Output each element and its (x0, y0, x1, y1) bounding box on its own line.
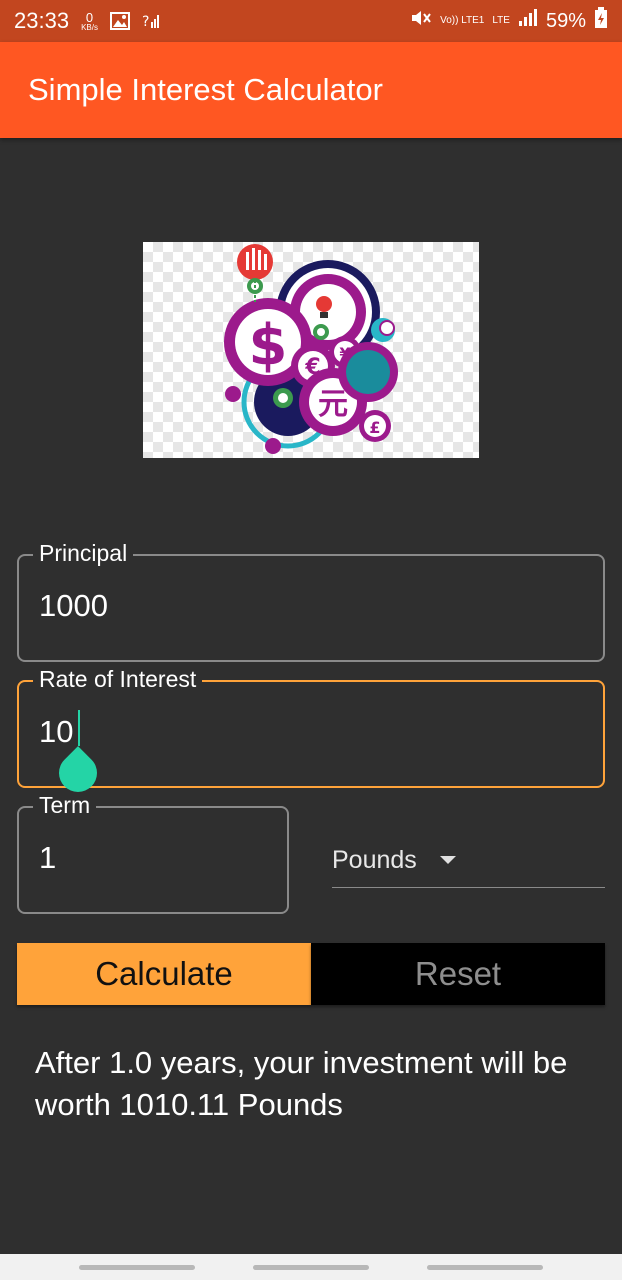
calculate-button[interactable]: Calculate (17, 943, 311, 1005)
svg-text:?: ? (142, 14, 149, 30)
rate-input[interactable]: 10 (39, 714, 73, 750)
term-input[interactable]: 1 (39, 840, 56, 876)
finance-logo-image: $ € ¥ 元 £ (143, 242, 479, 458)
term-field[interactable]: Term 1 (17, 792, 289, 914)
network-speed-unit: KB/s (81, 22, 98, 32)
svg-text:£: £ (369, 418, 380, 437)
battery-percent: 59% (545, 9, 586, 32)
currency-dropdown[interactable]: Pounds (332, 838, 605, 888)
currency-selected: Pounds (332, 846, 417, 874)
nav-back-pill[interactable] (427, 1265, 543, 1270)
reset-button[interactable]: Reset (311, 943, 605, 1005)
text-cursor (78, 710, 80, 746)
app-title: Simple Interest Calculator (28, 72, 383, 107)
network-speed-value: 0 (85, 9, 94, 25)
no-signal-icon: ? (142, 12, 162, 30)
battery-icon (594, 7, 608, 35)
navigation-bar (0, 1254, 622, 1280)
result-text: After 1.0 years, your investment will be… (35, 1045, 568, 1122)
nav-home-pill[interactable] (253, 1265, 369, 1270)
status-bar: 23:33 0 KB/s ? Vo)) LTE1 LTE 59% (0, 0, 622, 42)
mute-icon (410, 8, 432, 34)
nav-recents-pill[interactable] (79, 1265, 195, 1270)
network-speed: 0 KB/s (81, 11, 98, 32)
status-time: 23:33 (14, 8, 70, 33)
svg-text:元: 元 (318, 387, 348, 422)
signal-icon (518, 9, 538, 33)
principal-input[interactable]: 1000 (39, 588, 108, 624)
volte-label: Vo)) LTE1 (440, 15, 485, 26)
dropdown-arrow-icon (440, 856, 456, 864)
app-bar: Simple Interest Calculator (0, 42, 622, 138)
rate-field[interactable]: Rate of Interest 10 (17, 666, 605, 800)
rate-label: Rate of Interest (33, 666, 203, 693)
principal-label: Principal (33, 540, 134, 567)
status-right: Vo)) LTE1 LTE 59% (410, 7, 608, 35)
image-icon (109, 12, 130, 30)
term-label: Term (33, 792, 97, 819)
svg-text:$: $ (249, 313, 288, 378)
principal-field[interactable]: Principal 1000 (17, 540, 605, 662)
lte-label: LTE (492, 15, 510, 26)
